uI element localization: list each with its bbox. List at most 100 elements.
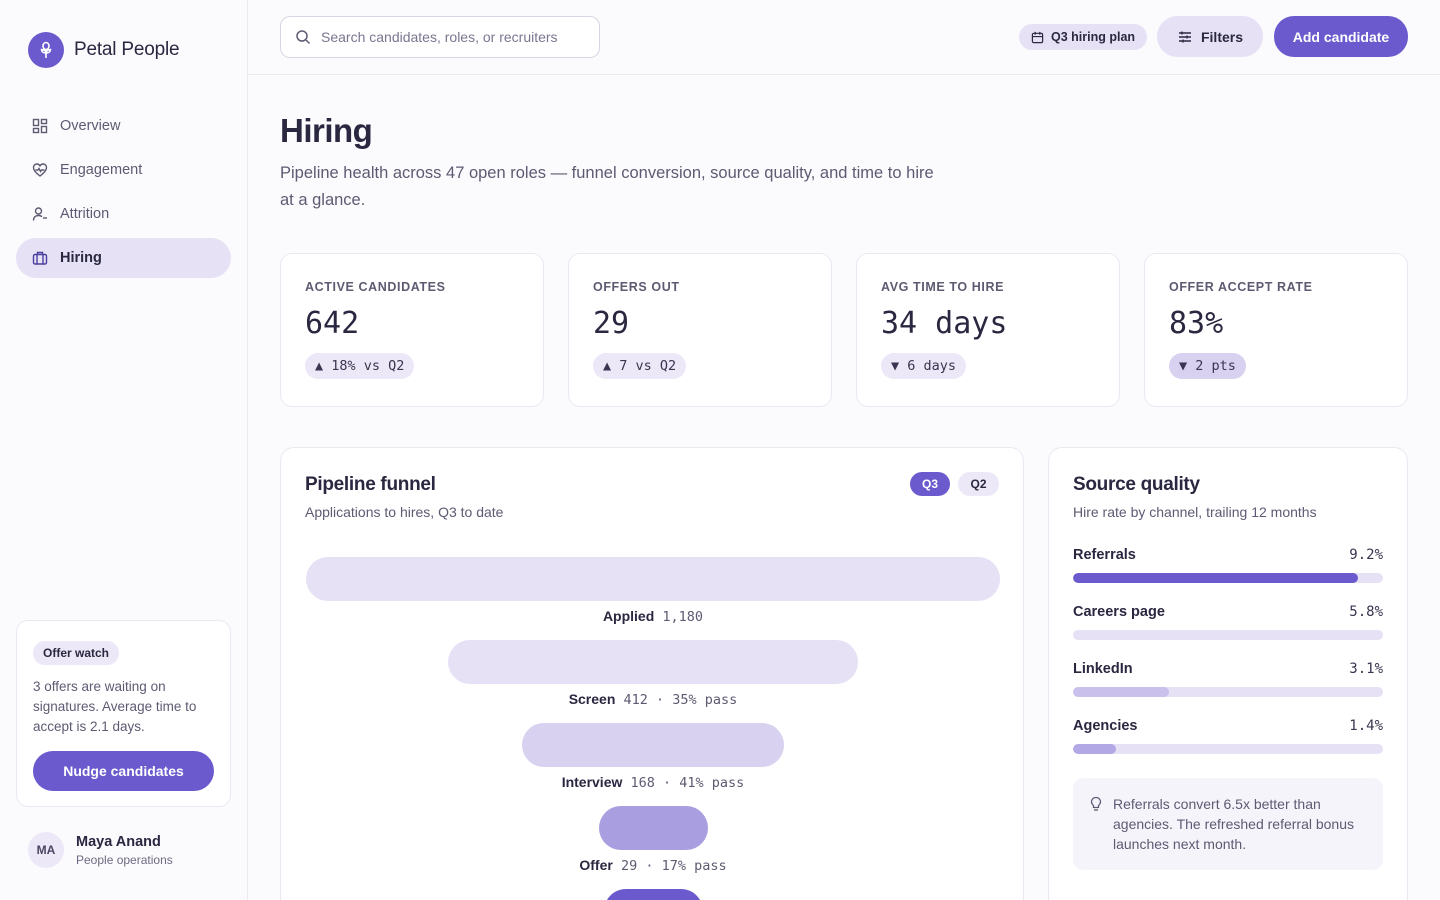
funnel-title: Pipeline funnel	[305, 474, 436, 495]
funnel-stage-count: 29 · 17% pass	[612, 858, 727, 874]
brand-name: Petal People	[74, 39, 180, 60]
source-rate: 1.4%	[1349, 718, 1383, 734]
stat-card-avg-time-to-hire: AVG TIME TO HIRE 34 days ▼ 6 days	[856, 253, 1120, 407]
funnel-label-applied: Applied 1,180	[281, 608, 1025, 625]
sidebar-nav: Overview Engagement Attrition Hiring	[16, 106, 231, 282]
stat-delta: ▲ 7 vs Q2	[593, 353, 687, 379]
insight-callout: Referrals convert 6.5x better than agenc…	[1073, 778, 1383, 870]
sidebar-item-label: Overview	[60, 118, 121, 134]
brand[interactable]: Petal People	[28, 32, 180, 68]
offer-watch-text: 3 offers are waiting on signatures. Aver…	[33, 679, 197, 734]
source-row-careers-page[interactable]: Careers page 5.8%	[1073, 604, 1383, 640]
source-fill	[1073, 687, 1170, 697]
user-profile[interactable]: MA Maya Anand People operations	[28, 832, 173, 868]
search-box[interactable]	[280, 16, 600, 58]
stat-label: OFFER ACCEPT RATE	[1169, 280, 1313, 294]
sidebar-item-engagement[interactable]: Engagement	[16, 150, 231, 190]
funnel-bar-screen[interactable]	[448, 640, 858, 684]
funnel-bar-hired[interactable]	[604, 889, 703, 900]
funnel-bar-offer[interactable]	[599, 806, 708, 850]
stat-delta: ▼ 2 pts	[1169, 353, 1246, 379]
funnel-stage-count: 412 · 35% pass	[615, 692, 738, 708]
stat-card-offers-out: OFFERS OUT 29 ▲ 7 vs Q2	[568, 253, 832, 407]
stat-label: AVG TIME TO HIRE	[881, 280, 1005, 294]
page-subtitle: Pipeline health across 47 open roles — f…	[280, 164, 934, 209]
stat-value: 83%	[1169, 306, 1224, 341]
filters-label: Filters	[1200, 28, 1243, 45]
source-rate: 3.1%	[1349, 661, 1383, 677]
funnel-stage-name: Interview	[561, 774, 623, 790]
topbar: Q3 hiring plan Filters Add candidate	[248, 0, 1440, 75]
funnel-label-interview: Interview 168 · 41% pass	[281, 774, 1025, 791]
stat-value: 34 days	[881, 306, 1008, 341]
sliders-icon	[1178, 31, 1191, 42]
stat-delta: ▼ 6 days	[881, 353, 967, 379]
sidebar-item-attrition[interactable]: Attrition	[16, 194, 231, 234]
funnel-bar-applied[interactable]	[306, 557, 1000, 601]
user-role: People operations	[76, 852, 173, 867]
source-track	[1073, 744, 1383, 754]
source-fill	[1073, 630, 1253, 640]
funnel-stage-name: Screen	[568, 691, 616, 707]
source-subtitle: Hire rate by channel, trailing 12 months	[1073, 504, 1317, 520]
sidebar-item-label: Attrition	[60, 206, 110, 222]
source-row-linkedin[interactable]: LinkedIn 3.1%	[1073, 661, 1383, 697]
sidebar-item-overview[interactable]: Overview	[16, 106, 231, 146]
flower-icon	[28, 32, 64, 68]
stat-value: 642	[305, 306, 360, 341]
funnel-label-offer: Offer 29 · 17% pass	[281, 857, 1025, 874]
source-name: Agencies	[1073, 718, 1138, 734]
q3-hiring-plan-chip[interactable]: Q3 hiring plan	[1019, 24, 1148, 50]
grid-icon	[32, 118, 48, 134]
plan-chip-label: Q3 hiring plan	[1051, 30, 1136, 44]
source-rate: 5.8%	[1349, 604, 1383, 620]
stat-label: OFFERS OUT	[593, 280, 680, 294]
funnel-label-screen: Screen 412 · 35% pass	[281, 691, 1025, 708]
page-title: Hiring	[280, 112, 373, 149]
source-name: LinkedIn	[1073, 661, 1133, 677]
source-fill	[1073, 744, 1117, 754]
offer-watch-card: Offer watch 3 offers are waiting on sign…	[16, 620, 231, 807]
source-track	[1073, 630, 1383, 640]
sidebar: Petal People Overview Engagement Attriti…	[0, 0, 248, 900]
source-row-agencies[interactable]: Agencies 1.4%	[1073, 718, 1383, 754]
search-input[interactable]	[321, 29, 581, 45]
calendar-icon	[1031, 31, 1044, 43]
source-list: Referrals 9.2% Careers page 5.8% LinkedIn 3.1…	[1073, 547, 1383, 754]
briefcase-icon	[32, 251, 48, 265]
user-name: Maya Anand	[76, 833, 161, 850]
pipeline-funnel-card: Pipeline funnel Applications to hires, Q…	[280, 447, 1024, 900]
source-name: Careers page	[1073, 604, 1165, 620]
funnel-stage-count: 168 · 41% pass	[622, 775, 745, 791]
stat-delta: ▲ 18% vs Q2	[305, 353, 415, 379]
stat-card-offer-accept-rate: OFFER ACCEPT RATE 83% ▼ 2 pts	[1144, 253, 1408, 407]
stat-value: 29	[593, 306, 630, 341]
stat-label: ACTIVE CANDIDATES	[305, 280, 446, 294]
avatar: MA	[28, 832, 64, 868]
stat-card-active-candidates: ACTIVE CANDIDATES 642 ▲ 18% vs Q2	[280, 253, 544, 407]
source-track	[1073, 573, 1383, 583]
offer-watch-chip: Offer watch	[33, 641, 120, 665]
source-row-referrals[interactable]: Referrals 9.2%	[1073, 547, 1383, 583]
sidebar-item-label: Hiring	[60, 250, 102, 266]
filters-button[interactable]: Filters	[1157, 16, 1263, 57]
lightbulb-icon	[1090, 796, 1102, 811]
heart-pulse-icon	[32, 163, 48, 177]
funnel-stage-name: Applied	[602, 608, 655, 624]
nudge-candidates-button[interactable]: Nudge candidates	[33, 751, 214, 791]
insight-text: Referrals convert 6.5x better than agenc…	[1113, 796, 1354, 852]
funnel-bar-interview[interactable]	[522, 723, 784, 767]
source-quality-card: Source quality Hire rate by channel, tra…	[1048, 447, 1408, 900]
sidebar-item-label: Engagement	[60, 162, 143, 178]
funnel-subtitle: Applications to hires, Q3 to date	[305, 504, 504, 520]
toggle-q2[interactable]: Q2	[958, 472, 999, 496]
search-icon	[296, 30, 311, 45]
source-title: Source quality	[1073, 474, 1200, 495]
funnel-stage-count: 1,180	[654, 609, 704, 625]
user-minus-icon	[32, 207, 47, 221]
source-fill	[1073, 573, 1359, 583]
add-candidate-button[interactable]: Add candidate	[1274, 16, 1408, 57]
source-track	[1073, 687, 1383, 697]
sidebar-item-hiring[interactable]: Hiring	[16, 238, 231, 278]
toggle-q3[interactable]: Q3	[910, 472, 950, 496]
